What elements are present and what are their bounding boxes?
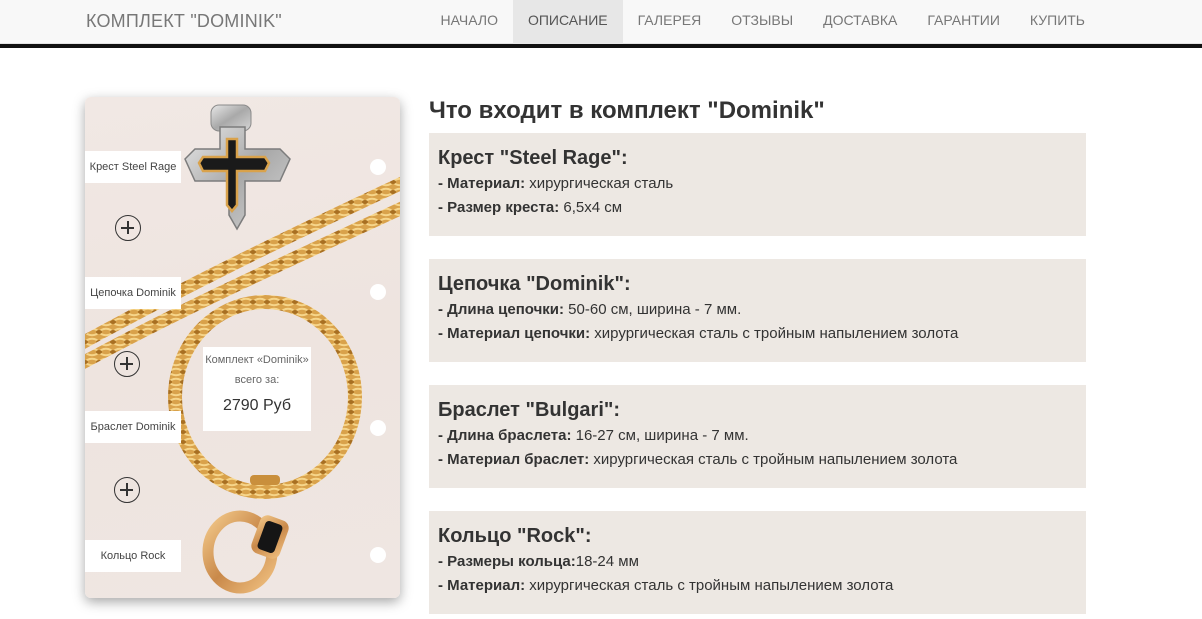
dot-icon bbox=[370, 159, 386, 175]
card-line-value: хирургическая сталь с тройным напылением… bbox=[590, 325, 959, 342]
navbar-divider bbox=[0, 44, 1202, 48]
nav-item-home[interactable]: НАЧАЛО bbox=[426, 0, 513, 44]
dot-icon bbox=[370, 284, 386, 300]
section-title: Что входит в комплект "Dominik" bbox=[429, 97, 825, 124]
dot-icon bbox=[370, 547, 386, 563]
top-navbar: КОМПЛЕКТ "DOMINIK" НАЧАЛО ОПИСАНИЕ ГАЛЕР… bbox=[0, 0, 1202, 44]
ring-icon bbox=[202, 510, 289, 594]
card-line: - Размер креста: 6,5х4 см bbox=[438, 196, 1077, 220]
nav-item-gallery[interactable]: ГАЛЕРЕЯ bbox=[623, 0, 717, 44]
card-line: - Материал цепочки: хирургическая сталь … bbox=[438, 322, 1077, 346]
card-line-key: - Материал: bbox=[438, 175, 526, 192]
card-line-value: 6,5х4 см bbox=[559, 199, 623, 216]
card-line-key: - Материал браслет: bbox=[438, 451, 590, 468]
dot-icon bbox=[370, 420, 386, 436]
card-line-value: 50-60 см, ширина - 7 мм. bbox=[564, 301, 742, 318]
card-line: - Материал: хирургическая сталь с тройны… bbox=[438, 574, 1077, 598]
card-line-value: 16-27 см, ширина - 7 мм. bbox=[571, 427, 749, 444]
nav-item-buy[interactable]: КУПИТЬ bbox=[1015, 0, 1100, 44]
item-card-bracelet: Браслет "Bulgari": - Длина браслета: 16-… bbox=[429, 385, 1086, 488]
card-line-key: - Размеры кольца: bbox=[438, 553, 576, 570]
price-caption-line-1: Комплект «Dominik» bbox=[205, 354, 309, 366]
price-caption-line-2: всего за: bbox=[234, 374, 280, 386]
card-title: Крест "Steel Rage": bbox=[438, 147, 628, 169]
cross-pendant-icon bbox=[184, 104, 291, 231]
card-line-key: - Материал: bbox=[438, 577, 526, 594]
card-line-key: - Длина цепочки: bbox=[438, 301, 565, 318]
product-set-image: Крест Steel Rage Цепочка Dominik Браслет… bbox=[85, 97, 400, 598]
card-title: Кольцо "Rock": bbox=[438, 525, 592, 547]
card-line-value: хирургическая сталь bbox=[525, 175, 674, 192]
card-line: - Материал браслет: хирургическая сталь … bbox=[438, 448, 1077, 472]
brand-title[interactable]: КОМПЛЕКТ "DOMINIK" bbox=[86, 10, 282, 32]
card-line-value: 18-24 мм bbox=[575, 553, 639, 570]
nav-menu: НАЧАЛО ОПИСАНИЕ ГАЛЕРЕЯ ОТЗЫВЫ ДОСТАВКА … bbox=[426, 0, 1100, 44]
item-card-cross: Крест "Steel Rage": - Материал: хирургич… bbox=[429, 133, 1086, 236]
nav-item-description[interactable]: ОПИСАНИЕ bbox=[512, 0, 623, 44]
nav-item-warranty[interactable]: ГАРАНТИИ bbox=[912, 0, 1015, 44]
price-value: 2790 Руб bbox=[222, 397, 292, 414]
card-line-key: - Размер креста: bbox=[438, 199, 560, 216]
plus-icon bbox=[115, 215, 141, 241]
label-cross: Крест Steel Rage bbox=[85, 151, 181, 183]
card-line-value: хирургическая сталь с тройным напылением… bbox=[525, 577, 894, 594]
card-line: - Длина цепочки: 50-60 см, ширина - 7 мм… bbox=[438, 298, 1077, 322]
plus-icon bbox=[114, 477, 140, 503]
label-chain: Цепочка Dominik bbox=[85, 277, 181, 309]
price-box: Комплект «Dominik» всего за: 2790 Руб bbox=[203, 347, 311, 431]
item-card-chain: Цепочка "Dominik": - Длина цепочки: 50-6… bbox=[429, 259, 1086, 362]
card-title: Браслет "Bulgari": bbox=[438, 399, 621, 421]
plus-icon bbox=[114, 351, 140, 377]
card-line-key: - Материал цепочки: bbox=[438, 325, 591, 342]
nav-item-delivery[interactable]: ДОСТАВКА bbox=[808, 0, 912, 44]
label-ring: Кольцо Rock bbox=[85, 540, 181, 572]
card-line-key: - Длина браслета: bbox=[438, 427, 572, 444]
nav-item-reviews[interactable]: ОТЗЫВЫ bbox=[716, 0, 808, 44]
item-card-ring: Кольцо "Rock": - Размеры кольца:18-24 мм… bbox=[429, 511, 1086, 614]
card-line-value: хирургическая сталь с тройным напылением… bbox=[589, 451, 958, 468]
card-title: Цепочка "Dominik": bbox=[438, 273, 631, 295]
label-bracelet: Браслет Dominik bbox=[85, 411, 181, 443]
card-line: - Длина браслета: 16-27 см, ширина - 7 м… bbox=[438, 424, 1077, 448]
card-line: - Размеры кольца:18-24 мм bbox=[438, 550, 1077, 574]
card-line: - Материал: хирургическая сталь bbox=[438, 172, 1077, 196]
